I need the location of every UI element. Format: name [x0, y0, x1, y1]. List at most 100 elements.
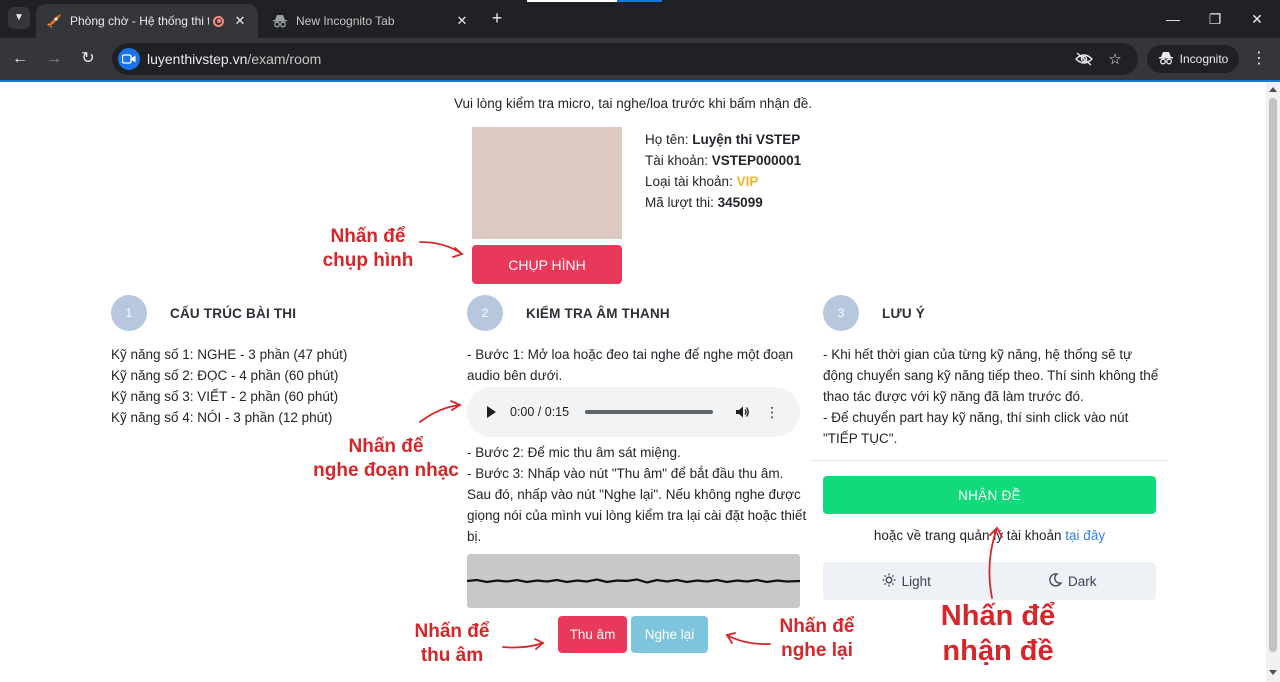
get-exam-button[interactable]: NHẬN ĐỀ: [823, 476, 1156, 514]
light-theme-button[interactable]: Light: [823, 562, 990, 600]
annotation-line: Nhấn để: [414, 621, 490, 642]
candidate-name: Luyện thi VSTEP: [692, 132, 801, 147]
step-number-badge: 2: [467, 295, 503, 331]
back-arrow-icon[interactable]: ←: [7, 46, 33, 72]
audio-time: 0:00 / 0:15: [510, 405, 570, 419]
annotation-replay: Nhấn để nghe lại: [766, 615, 868, 663]
sound-check-header: 2 KIỂM TRA ÂM THANH: [467, 295, 670, 331]
annotation-capture: Nhấn để chụp hình: [300, 225, 436, 273]
account-label: Tài khoản:: [645, 153, 712, 168]
annotation-line: Nhấn để: [330, 226, 406, 247]
skill-item: Kỹ năng số 1: NGHE - 3 phần (47 phút): [111, 347, 348, 362]
window-close-icon[interactable]: ✕: [1234, 6, 1280, 32]
tab-new-incognito[interactable]: New Incognito Tab ✕: [262, 4, 480, 38]
tab-title: New Incognito Tab: [296, 14, 395, 28]
tab-close-icon[interactable]: ✕: [454, 13, 470, 29]
sound-step2-text: - Bước 2: Để mic thu âm sát miệng.: [467, 445, 681, 460]
audio-player: 0:00 / 0:15 ⋮: [467, 387, 800, 437]
mic-waveform: [467, 554, 800, 608]
more-options-icon[interactable]: ⋮: [765, 404, 779, 421]
annotation-listen: Nhấn để nghe đoạn nhạc: [304, 435, 468, 483]
note-item: - Khi hết thời gian của từng kỹ năng, hệ…: [823, 347, 1159, 404]
dark-label: Dark: [1067, 573, 1097, 589]
site-rocket-icon: [46, 13, 62, 29]
exam-structure-title: CẤU TRÚC BÀI THI: [170, 305, 297, 321]
audio-progress-slider[interactable]: [585, 410, 714, 414]
annotation-line: Nhấn để: [940, 600, 1056, 632]
new-tab-plus-icon[interactable]: +: [486, 8, 508, 30]
incognito-icon: [272, 13, 288, 29]
account-type-label: Loại tài khoản:: [645, 174, 737, 189]
attempt-code: 345099: [717, 195, 763, 210]
moon-icon: [1049, 572, 1063, 590]
section-divider: [812, 460, 1168, 461]
tab-exam-room[interactable]: Phòng chờ - Hệ thống thi thử ✕: [36, 4, 258, 38]
annotation-get-exam: Nhấn để nhận đề: [922, 599, 1074, 669]
tab-title: Phòng chờ - Hệ thống thi thử: [70, 14, 209, 28]
sound-step3-text: - Bước 3: Nhấp vào nút "Thu âm" để bắt đ…: [467, 466, 807, 544]
step-number-badge: 3: [823, 295, 859, 331]
theme-switcher: Light Dark: [823, 562, 1156, 600]
step-number-badge: 1: [111, 295, 147, 331]
name-label: Họ tên:: [645, 132, 693, 147]
restore-icon[interactable]: ❐: [1192, 6, 1238, 32]
browser-menu-icon[interactable]: ⋮: [1248, 46, 1270, 72]
annotation-line: Nhấn để: [348, 436, 424, 457]
recording-indicator-icon: [213, 15, 224, 27]
browser-tab-bar: ▼ Phòng chờ - Hệ thống thi thử ✕ New Inc…: [0, 0, 1280, 38]
tab-close-icon[interactable]: ✕: [232, 13, 248, 29]
webcam-preview: [472, 127, 622, 239]
window-drag-strip: [527, 0, 662, 2]
account-management-link[interactable]: tại đây: [1065, 528, 1105, 543]
candidate-name-row: Họ tên: Luyện thi VSTEP: [645, 129, 801, 150]
url-text: luyenthivstep.vn/exam/room: [147, 51, 321, 67]
scroll-up-arrow-icon[interactable]: [1269, 87, 1277, 92]
device-check-notice: Vui lòng kiểm tra micro, tai nghe/loa tr…: [453, 96, 813, 111]
sound-step1-text: - Bước 1: Mở loa hoặc đeo tai nghe để ng…: [467, 347, 794, 383]
capture-photo-button[interactable]: CHỤP HÌNH: [472, 245, 622, 284]
exam-structure-list: Kỹ năng số 1: NGHE - 3 phần (47 phút) Kỹ…: [111, 344, 441, 428]
attempt-label: Mã lượt thi:: [645, 195, 718, 210]
scroll-down-arrow-icon[interactable]: [1269, 670, 1277, 675]
annotation-record: Nhấn để thu âm: [400, 620, 504, 668]
back-text: hoặc về trang quản lý tài khoản: [873, 528, 1066, 543]
annotation-line: Nhấn để: [779, 616, 855, 637]
annotation-line: nhận đề: [942, 634, 1054, 667]
annotation-line: nghe đoạn nhạc: [313, 459, 459, 481]
volume-icon[interactable]: [735, 404, 751, 420]
candidate-info: Họ tên: Luyện thi VSTEP Tài khoản: VSTEP…: [645, 129, 801, 213]
light-label: Light: [901, 573, 931, 589]
replay-button[interactable]: Nghe lại: [631, 616, 708, 653]
exam-room-page: Vui lòng kiểm tra micro, tai nghe/loa tr…: [0, 82, 1266, 682]
incognito-badge[interactable]: Incognito: [1147, 45, 1239, 73]
note-item: - Để chuyển part hay kỹ năng, thí sinh c…: [823, 410, 1129, 446]
page-scrollbar[interactable]: [1266, 82, 1280, 682]
forward-arrow-icon[interactable]: →: [41, 46, 67, 72]
dark-theme-button[interactable]: Dark: [990, 562, 1157, 600]
browser-toolbar: ← → ↻ luyenthivstep.vn/exam/room ☆ Incog…: [0, 38, 1280, 80]
bookmark-star-icon[interactable]: ☆: [1106, 50, 1124, 68]
minimize-icon[interactable]: —: [1150, 6, 1196, 32]
account-row: Tài khoản: VSTEP000001: [645, 150, 801, 171]
annotation-line: nghe lại: [781, 639, 853, 661]
play-icon[interactable]: [487, 406, 496, 418]
skill-item: Kỹ năng số 3: VIẾT - 2 phần (60 phút): [111, 389, 339, 404]
notes-title: LƯU Ý: [882, 305, 925, 321]
annotation-line: thu âm: [420, 644, 484, 666]
account-type-row: Loại tài khoản: VIP: [645, 171, 801, 192]
incognito-label: Incognito: [1179, 52, 1229, 66]
url-path: /exam/room: [247, 51, 322, 67]
notes-header: 3 LƯU Ý: [823, 295, 925, 331]
camera-permission-icon[interactable]: [118, 48, 140, 70]
scrollbar-thumb[interactable]: [1269, 98, 1277, 652]
address-bar[interactable]: luyenthivstep.vn/exam/room ☆: [112, 43, 1138, 75]
eye-slash-icon[interactable]: [1075, 50, 1093, 68]
attempt-row: Mã lượt thi: 345099: [645, 192, 801, 213]
incognito-icon: [1158, 51, 1174, 68]
reload-icon[interactable]: ↻: [75, 46, 101, 72]
sun-icon: [882, 573, 896, 590]
record-button[interactable]: Thu âm: [558, 616, 627, 653]
exam-structure-header: 1 CẤU TRÚC BÀI THI: [111, 295, 296, 331]
tab-search-button[interactable]: ▼: [8, 7, 30, 29]
sound-check-title: KIỂM TRA ÂM THANH: [526, 305, 670, 321]
